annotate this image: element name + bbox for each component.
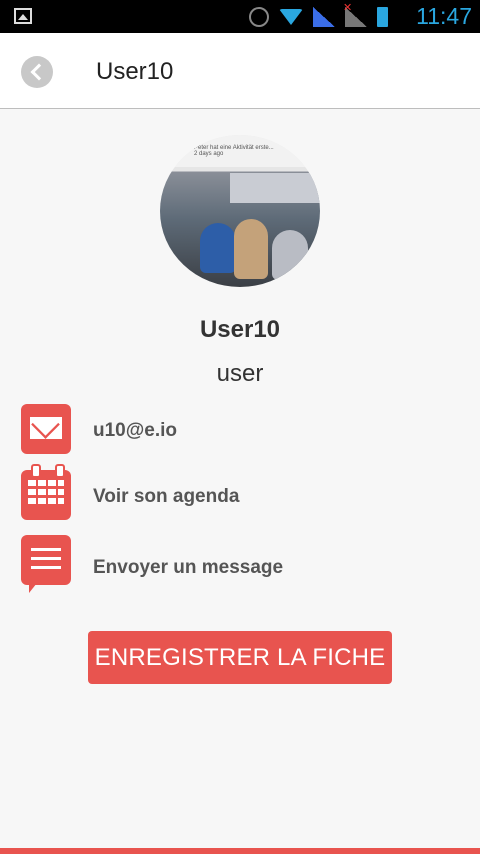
alarm-icon: [249, 7, 269, 27]
agenda-label: Voir son agenda: [93, 486, 240, 507]
no-signal-icon: [343, 1, 367, 27]
envelope-icon: [21, 404, 71, 454]
status-time: 11:47: [416, 3, 472, 29]
message-icon: [21, 535, 71, 593]
signal-icon: [313, 7, 335, 27]
avatar: Peter hat eine Aktivität erste... 2 days…: [160, 135, 320, 287]
status-icons: [249, 1, 388, 28]
photo-person: [272, 230, 308, 280]
email-row[interactable]: u10@e.io: [0, 404, 480, 460]
email-label: u10@e.io: [93, 420, 177, 441]
status-bar: 11:47: [0, 0, 480, 33]
gallery-icon: [14, 8, 32, 24]
wifi-icon: [279, 9, 303, 25]
save-profile-button[interactable]: ENREGISTRER LA FICHE: [88, 631, 392, 684]
calendar-icon: [21, 464, 71, 520]
photo-background: [230, 173, 320, 203]
message-label: Envoyer un message: [93, 557, 284, 578]
app-bar: User10: [0, 33, 480, 109]
back-button[interactable]: [21, 56, 53, 88]
bottom-accent-line: [0, 848, 480, 854]
page-title: User10: [96, 58, 174, 85]
photo-person: [234, 219, 268, 279]
photo-person: [200, 223, 236, 273]
photo-time: 2 days ago: [194, 151, 224, 157]
message-row[interactable]: Envoyer un message: [0, 535, 480, 593]
photo-notification-overlay: Peter hat eine Aktivität erste... 2 days…: [160, 135, 320, 167]
user-role: user: [216, 360, 264, 387]
battery-icon: [377, 7, 388, 27]
user-name: User10: [199, 316, 281, 343]
agenda-row[interactable]: Voir son agenda: [0, 464, 480, 526]
